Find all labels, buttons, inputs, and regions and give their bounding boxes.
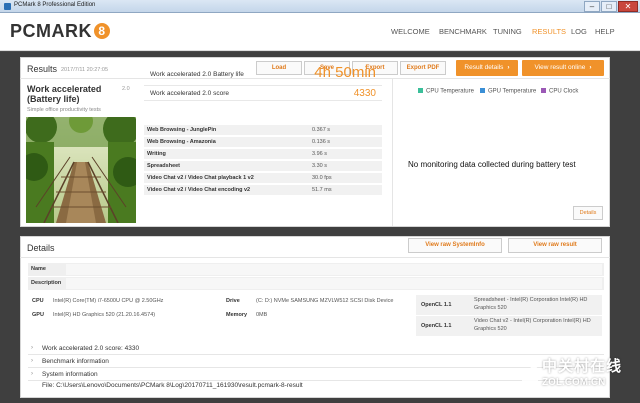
results-title: Results xyxy=(27,64,58,74)
subtest-row: Writing 3.96 s xyxy=(144,149,382,160)
legend-swatch xyxy=(480,88,485,93)
benchmark-name: Work accelerated (Battery life) xyxy=(27,84,102,104)
close-button[interactable]: ✕ xyxy=(618,1,638,12)
app-icon xyxy=(4,3,11,10)
nav-help[interactable]: HELP xyxy=(595,27,615,36)
app-window: PCMark 8 Professional Edition – □ ✕ PCMA… xyxy=(0,0,640,403)
details-button[interactable]: Details xyxy=(573,206,603,220)
chevron-right-icon: › xyxy=(31,358,33,364)
opencl-value: Video Chat v2 - Intel(R) Corporation Int… xyxy=(474,318,591,332)
score-row: Work accelerated 2.0 score 4330 xyxy=(144,87,382,101)
legend-cpu-temperature: CPU Temperature xyxy=(418,88,474,95)
results-column-divider xyxy=(392,79,393,226)
nav-tuning[interactable]: TUNING xyxy=(493,27,522,36)
expander-label: Benchmark information xyxy=(42,358,109,365)
name-label: Name xyxy=(31,266,46,272)
result-details-button[interactable]: Result details › xyxy=(456,60,518,76)
watermark-url: ZOL.COM.CN xyxy=(542,377,606,388)
chevron-right-icon: › xyxy=(589,64,592,71)
score-label: Work accelerated 2.0 score xyxy=(150,90,229,97)
benchmark-subtitle: Simple office productivity tests xyxy=(27,107,101,113)
subtest-label: Video Chat v2 / Video Chat encoding v2 xyxy=(147,187,251,193)
nav-log[interactable]: LOG xyxy=(571,27,587,36)
pcmark-logo: PCMARK 8 xyxy=(10,21,110,42)
description-row: Description xyxy=(28,277,604,290)
chevron-right-icon: › xyxy=(507,64,510,71)
opencl-value: Spreadsheet - Intel(R) Corporation Intel… xyxy=(474,297,588,311)
benchmark-version: 2.0 xyxy=(122,86,130,92)
chevron-right-icon: › xyxy=(31,371,33,377)
name-field[interactable] xyxy=(66,264,602,275)
window-title: PCMark 8 Professional Edition xyxy=(14,2,96,8)
subtest-value: 51.7 ms xyxy=(312,187,332,193)
cpu-label: CPU xyxy=(32,298,44,304)
app-header: PCMARK 8 WELCOME BENCHMARK TUNING RESULTS… xyxy=(0,13,640,51)
export-pdf-button[interactable]: Export PDF xyxy=(400,61,446,75)
expander-label: System information xyxy=(42,371,98,378)
subtest-row: Spreadsheet 3.30 s xyxy=(144,161,382,172)
name-row: Name xyxy=(28,263,604,276)
details-header-divider xyxy=(20,257,610,258)
nav-welcome[interactable]: WELCOME xyxy=(391,27,430,36)
subtest-value: 0.136 s xyxy=(312,139,331,145)
subtest-label: Writing xyxy=(147,151,166,157)
subtest-label: Video Chat v2 / Video Chat playback 1 v2 xyxy=(147,175,254,181)
drive-label: Drive xyxy=(226,298,240,304)
view-raw-result-button[interactable]: View raw result xyxy=(508,238,602,253)
subtest-value: 3.96 s xyxy=(312,151,327,157)
description-field[interactable] xyxy=(66,278,602,289)
details-title: Details xyxy=(27,243,55,253)
expander-system-information[interactable]: › System information xyxy=(28,369,604,381)
score-value: 4330 xyxy=(353,88,376,99)
watermark-cn: 中关村在线 xyxy=(542,358,623,375)
legend-gpu-temperature: GPU Temperature xyxy=(480,88,536,95)
legend-swatch xyxy=(418,88,423,93)
memory-label: Memory xyxy=(226,312,248,318)
subtest-row: Web Browsing - Amazonia 0.136 s xyxy=(144,137,382,148)
opencl-label: OpenCL 1.1 xyxy=(421,323,452,329)
no-monitoring-data-message: No monitoring data collected during batt… xyxy=(408,160,576,169)
result-file-path: File: C:\Users\Lenovo\Documents\PCMark 8… xyxy=(42,382,303,389)
view-result-online-button[interactable]: View result online › xyxy=(522,60,604,76)
benchmark-thumbnail xyxy=(26,117,136,223)
zol-logo-icon xyxy=(522,361,538,385)
nav-benchmark[interactable]: BENCHMARK xyxy=(439,27,487,36)
battery-life-row: Work accelerated 2.0 Battery life 4h 50m… xyxy=(144,62,382,86)
subtest-label: Spreadsheet xyxy=(147,163,181,169)
battery-life-value: 4h 50min xyxy=(314,64,376,81)
cpu-value: Intel(R) Core(TM) i7-6500U CPU @ 2.50GHz xyxy=(53,298,164,304)
drive-value: (C: D:) NVMe SAMSUNG MZVLW512 SCSI Disk … xyxy=(256,298,394,304)
rope-bridge-image xyxy=(26,117,136,223)
maximize-button[interactable]: □ xyxy=(601,1,617,12)
view-raw-systeminfo-button[interactable]: View raw SystemInfo xyxy=(408,238,502,253)
subtest-row: Video Chat v2 / Video Chat encoding v2 51… xyxy=(144,185,382,196)
gpu-label: GPU xyxy=(32,312,44,318)
opencl-row: OpenCL 1.1 Spreadsheet - Intel(R) Corpor… xyxy=(416,295,602,315)
legend-swatch xyxy=(541,88,546,93)
nav-results[interactable]: RESULTS xyxy=(532,27,566,36)
legend-cpu-clock: CPU Clock xyxy=(541,88,578,95)
opencl-row: OpenCL 1.1 Video Chat v2 - Intel(R) Corp… xyxy=(416,316,602,336)
expander-benchmark-information[interactable]: › Benchmark information xyxy=(28,356,604,368)
subtest-row: Video Chat v2 / Video Chat playback 1 v2… xyxy=(144,173,382,184)
minimize-button[interactable]: – xyxy=(584,1,600,12)
results-timestamp: 2017/7/11 20:27:05 xyxy=(61,67,108,73)
subtest-label: Web Browsing - JunglePin xyxy=(147,127,217,133)
gpu-value: Intel(R) HD Graphics 520 (21.20.16.4574) xyxy=(53,312,156,318)
zol-watermark: 中关村在线 ZOL.COM.CN xyxy=(520,355,630,397)
subtest-label: Web Browsing - Amazonia xyxy=(147,139,216,145)
battery-life-label: Work accelerated 2.0 Battery life xyxy=(150,71,244,78)
description-label: Description xyxy=(31,280,62,286)
expander-label: Work accelerated 2.0 score: 4330 xyxy=(42,345,140,352)
subtest-value: 0.367 s xyxy=(312,127,331,133)
expander-score[interactable]: › Work accelerated 2.0 score: 4330 xyxy=(28,343,604,355)
window-titlebar: PCMark 8 Professional Edition – □ ✕ xyxy=(0,0,640,13)
subtest-value: 30.0 fps xyxy=(312,175,332,181)
subtest-row: Web Browsing - JunglePin 0.367 s xyxy=(144,125,382,136)
subtest-value: 3.30 s xyxy=(312,163,327,169)
opencl-label: OpenCL 1.1 xyxy=(421,302,452,308)
memory-value: 0MB xyxy=(256,312,268,318)
chevron-right-icon: › xyxy=(31,345,33,351)
